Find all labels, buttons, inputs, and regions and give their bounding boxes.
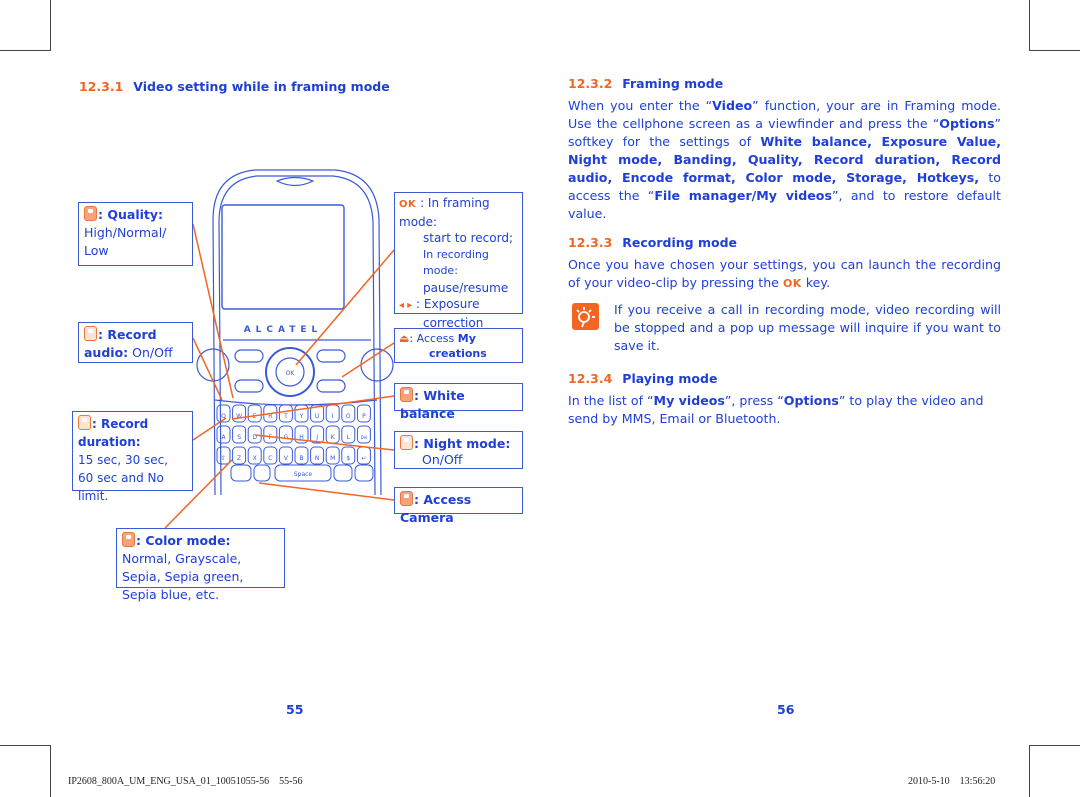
footer-timestamp: 2010-5-10 13:56:20 (908, 776, 996, 787)
z-key-icon (122, 532, 135, 547)
camera-key-icon (400, 491, 413, 506)
callout-label: duration: (78, 435, 141, 449)
d-key-icon (400, 435, 413, 450)
leader-my-creations (341, 342, 395, 378)
callout-access-camera: : Access Camera (394, 487, 523, 525)
w-key-icon (84, 206, 97, 221)
recording-paragraph: Once you have chosen your settings, you … (568, 257, 1001, 290)
lightbulb-tip-icon (572, 303, 599, 330)
right-column: 12.3.2 Framing mode When you enter the “… (568, 76, 1001, 428)
ok-glyph-icon: OK (782, 277, 802, 290)
section-title: Recording mode (622, 235, 738, 250)
callout-text: High/Normal/ Low (84, 225, 167, 258)
callout-label: creations (429, 347, 487, 360)
callout-text: start to record; (423, 231, 513, 245)
page-number-right: 56 (777, 702, 795, 717)
callout-white-balance: : White balance (394, 383, 523, 421)
callout-label: Record (100, 417, 149, 431)
callout-text: pause/resume (423, 280, 509, 295)
callout-text: : Exposure (416, 297, 480, 311)
left-right-arrows-icon: ◂ ▸ (399, 300, 413, 311)
s-key-icon (400, 387, 413, 402)
softkey-icon: ⏏ (399, 332, 410, 345)
crop-mark-bottom-left (0, 745, 51, 797)
callout-color-mode: : Color mode: Normal, Grayscale, Sepia, … (116, 528, 285, 602)
callout-text: In recording mode: (423, 247, 489, 278)
callout-label: Record (107, 327, 157, 342)
callout-text: : Access (409, 332, 458, 345)
callout-text: On/Off (132, 345, 173, 360)
section-number: 12.3.4 (568, 371, 613, 386)
callout-my-creations: ⏏: Access My creations (394, 328, 523, 363)
tip-note: If you receive a call in recording mode,… (568, 301, 1001, 355)
section-heading-12-3-4: 12.3.4 Playing mode (568, 371, 1001, 386)
callout-quality: : Quality: High/Normal/ Low (78, 202, 193, 266)
a-key-icon (78, 415, 91, 430)
playing-paragraph: In the list of “My videos”, press “Optio… (568, 393, 984, 426)
q-key-icon (84, 326, 97, 341)
callout-record-duration: : Record duration: 15 sec, 30 sec, 60 se… (72, 411, 193, 503)
callout-label: Color mode: (145, 533, 231, 548)
crop-mark-top-right (1029, 0, 1080, 51)
callout-text: On/Off (422, 452, 463, 467)
callout-night-mode: : Night mode: On/Off (394, 431, 523, 469)
section-number: 12.3.2 (568, 76, 613, 91)
leader-ok (295, 249, 395, 366)
page-number-left: 55 (286, 702, 304, 717)
framing-paragraph: When you enter the “Video” function, you… (568, 98, 1002, 221)
callout-navigation: OK : In framing mode: start to record; I… (394, 192, 523, 346)
tip-text: If you receive a call in recording mode,… (614, 302, 1001, 353)
callout-label: Quality: (107, 207, 164, 222)
callout-label: My (457, 332, 476, 345)
leader-access-camera (258, 482, 395, 501)
leader-night-mode (254, 434, 395, 451)
leader-record-audio (192, 337, 223, 401)
leader-record-duration (192, 417, 227, 441)
section-title: Playing mode (622, 371, 718, 386)
leader-white-balance (231, 395, 395, 420)
section-number: 12.3.3 (568, 235, 613, 250)
callout-record-audio: : Record audio: On/Off (78, 322, 193, 363)
footer-file-info: IP2608_800A_UM_ENG_USA_01_10051055-56 55… (68, 776, 303, 787)
section-heading-12-3-2: 12.3.2 Framing mode (568, 76, 1001, 91)
section-title: Framing mode (622, 76, 724, 91)
crop-mark-bottom-right (1029, 745, 1080, 797)
ok-glyph-icon: OK (399, 199, 417, 210)
section-heading-12-3-3: 12.3.3 Recording mode (568, 235, 1001, 250)
callout-label: audio: (84, 345, 129, 360)
callout-label: Night mode: (423, 436, 511, 451)
leader-quality (192, 223, 234, 399)
